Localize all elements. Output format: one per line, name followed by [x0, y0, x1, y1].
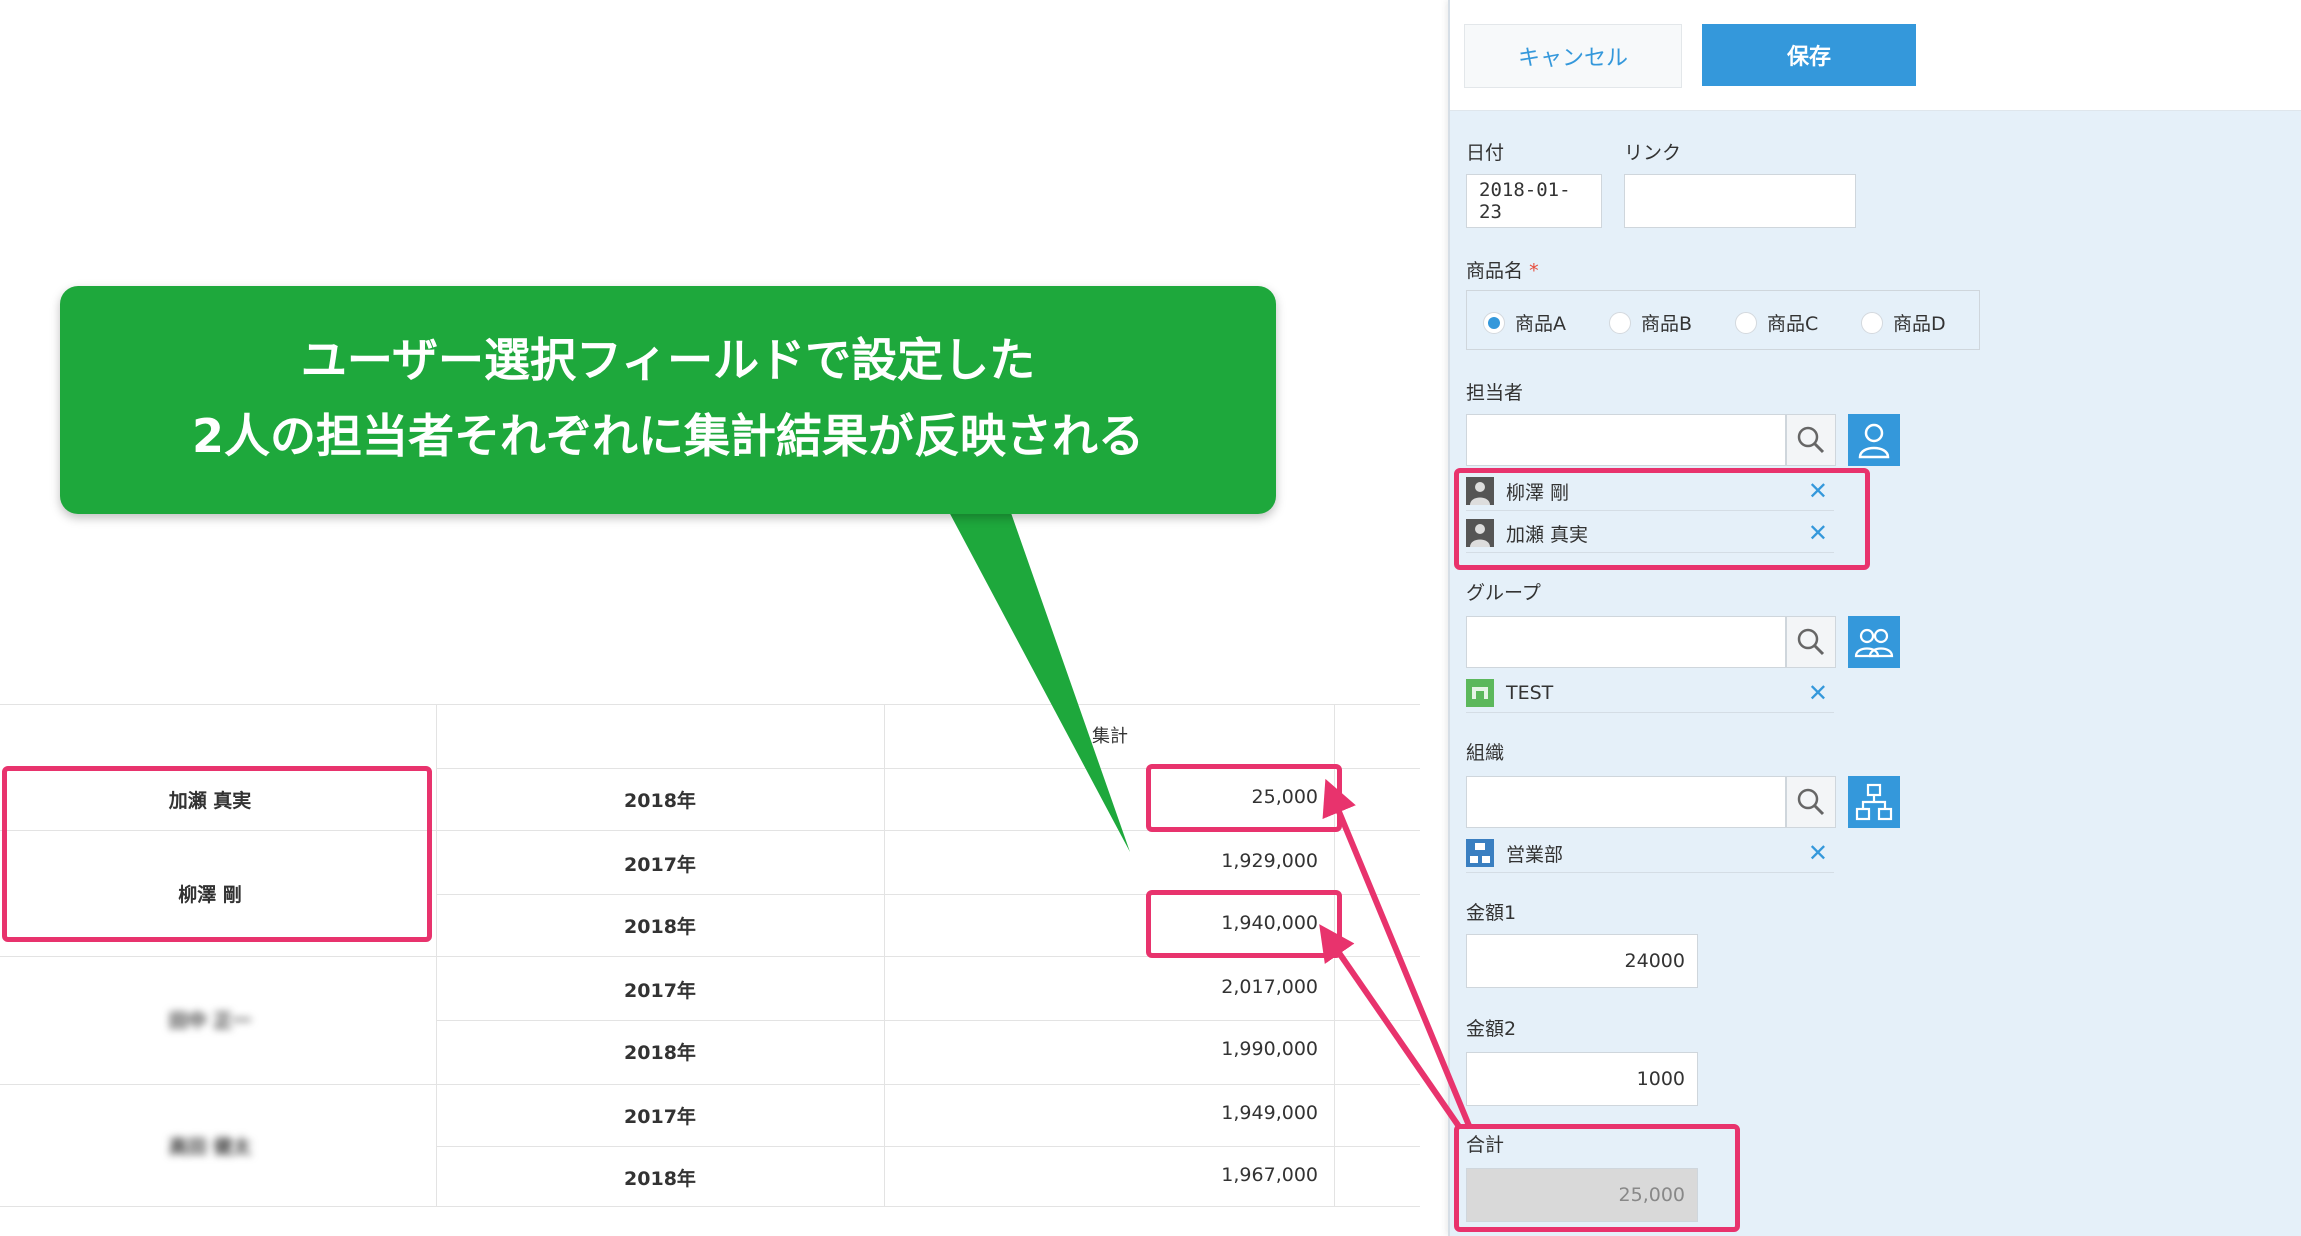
highlight-arrows: [1319, 778, 1473, 1130]
